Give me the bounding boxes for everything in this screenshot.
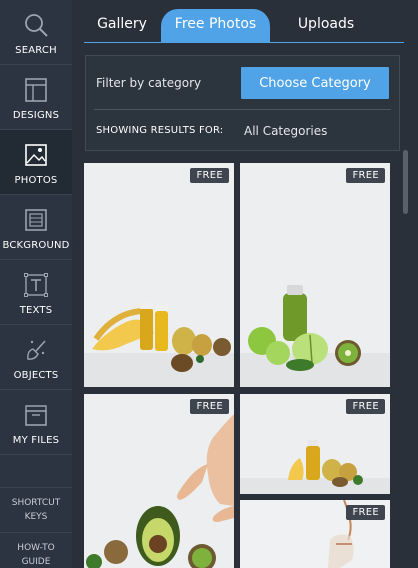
tab-free-photos[interactable]: Free Photos	[161, 9, 270, 42]
text-icon	[24, 273, 48, 297]
sidebar-item-texts[interactable]: TEXTS	[0, 260, 72, 325]
sidebar-item-my-files[interactable]: MY FILES	[0, 390, 72, 455]
sidebar-item-label: BCKGROUND	[2, 240, 70, 251]
sidebar: SEARCH DESIGNS PHOTOS BCKGROUND TEXTS OB…	[0, 0, 72, 568]
photos-panel: Gallery Free Photos Uploads Filter by ca…	[72, 0, 418, 568]
divider	[94, 109, 391, 110]
sidebar-item-objects[interactable]: OBJECTS	[0, 325, 72, 390]
tab-uploads[interactable]: Uploads	[272, 9, 380, 42]
free-badge: FREE	[190, 168, 229, 183]
sidebar-item-photos[interactable]: PHOTOS	[0, 130, 72, 195]
choose-category-button[interactable]: Choose Category	[241, 67, 389, 99]
how-to-guide-line1: HOW-TO	[17, 542, 55, 553]
photo-icon	[25, 144, 47, 166]
sidebar-item-label: MY FILES	[12, 435, 60, 446]
background-icon	[25, 209, 47, 231]
showing-results-label: SHOWING RESULTS FOR:	[96, 125, 224, 136]
free-badge: FREE	[346, 399, 385, 414]
shortcut-keys-button[interactable]: SHORTCUT KEYS	[0, 487, 72, 531]
tab-bar: Gallery Free Photos Uploads	[84, 9, 404, 43]
photo-image	[84, 394, 234, 568]
designs-icon	[25, 78, 47, 102]
how-to-guide-line2: GUIDE	[21, 556, 51, 567]
sidebar-item-label: PHOTOS	[14, 175, 58, 186]
sidebar-item-label: DESIGNS	[12, 110, 60, 121]
showing-results-value: All Categories	[244, 124, 328, 138]
free-badge: FREE	[190, 399, 229, 414]
scrollbar-thumb[interactable]	[403, 150, 408, 214]
sidebar-item-label: OBJECTS	[13, 370, 59, 381]
photo-tile[interactable]: FREE	[240, 500, 390, 568]
photo-image	[240, 163, 390, 387]
shortcut-keys-line2: KEYS	[24, 511, 48, 522]
filter-box: Filter by category Choose Category SHOWI…	[85, 55, 400, 151]
photo-tile[interactable]: FREE	[84, 394, 234, 568]
sidebar-item-search[interactable]: SEARCH	[0, 0, 72, 65]
sidebar-item-label: SEARCH	[15, 45, 57, 56]
how-to-guide-button[interactable]: HOW-TO GUIDE	[0, 532, 72, 568]
photo-tile[interactable]: FREE	[84, 163, 234, 387]
tab-gallery[interactable]: Gallery	[84, 9, 160, 42]
shortcut-keys-line1: SHORTCUT	[11, 497, 61, 508]
photo-tile[interactable]: FREE	[240, 394, 390, 494]
folder-icon	[25, 405, 47, 426]
sidebar-item-designs[interactable]: DESIGNS	[0, 65, 72, 130]
search-icon	[25, 14, 48, 37]
photo-image	[84, 163, 234, 387]
objects-icon	[27, 340, 46, 360]
photo-tile[interactable]: FREE	[240, 163, 390, 387]
free-badge: FREE	[346, 505, 385, 520]
filter-label: Filter by category	[96, 76, 202, 90]
free-badge: FREE	[346, 168, 385, 183]
sidebar-item-background[interactable]: BCKGROUND	[0, 195, 72, 260]
sidebar-item-label: TEXTS	[19, 305, 53, 316]
